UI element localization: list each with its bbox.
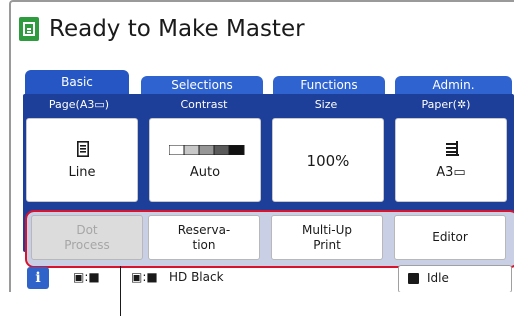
paper-button[interactable]: A3▭ [395,118,507,202]
editor-label: Editor [432,230,468,244]
tab-admin-label: Admin. [432,78,475,92]
page-header: Page(A3▭) [48,98,110,111]
reservation-label-line1: Reserva- [177,222,231,237]
tab-selections[interactable]: Selections [141,76,263,94]
multi-up-print-label-line1: Multi-Up [301,222,353,237]
dot-process-label-line1: Dot [76,222,98,237]
printer-icon [408,273,419,284]
page-type-value: Line [68,165,96,180]
tab-bar: Basic Selections Functions Admin. [25,70,512,94]
tab-selections-label: Selections [171,78,233,92]
machine-status-box: Idle [398,265,512,292]
master-status-indicator: ▣:■ [73,270,100,284]
title-bar: Ready to Make Master [19,12,305,46]
tab-basic-label: Basic [61,75,93,89]
tab-functions[interactable]: Functions [273,76,385,94]
ink-color-label: HD Black [169,270,224,284]
multi-up-print-button[interactable]: Multi-Up Print [271,215,383,260]
contrast-button[interactable]: Auto [149,118,261,202]
master-making-icon [19,17,39,41]
contrast-scale-icon [169,145,245,155]
callout-pointer-line [120,266,121,316]
contrast-value: Auto [189,165,221,180]
multi-up-print-label-line2: Print [313,237,341,252]
paper-header: Paper(✲) [421,98,471,111]
reservation-button[interactable]: Reserva-tion [148,215,260,260]
contrast-header: Contrast [180,98,228,111]
page-title: Ready to Make Master [49,16,305,42]
tab-functions-label: Functions [300,78,358,92]
dot-process-button[interactable]: Dot Process [31,215,143,260]
size-value: 100% [306,152,350,170]
tab-admin[interactable]: Admin. [395,76,512,94]
status-bar: i ▣:■ ▣:■ HD Black Idle [23,265,514,292]
document-icon [77,141,89,157]
info-button[interactable]: i [27,267,49,289]
size-button[interactable]: 100% [272,118,384,202]
reservation-label-line2: tion [192,237,216,252]
editor-button[interactable]: Editor [394,215,506,260]
size-header: Size [314,98,338,111]
dot-process-label-line2: Process [64,237,110,252]
page-type-button[interactable]: Line [26,118,138,202]
info-icon: i [35,270,41,286]
tab-basic[interactable]: Basic [25,70,129,94]
paper-stack-icon [446,141,459,156]
control-panel-screen: Ready to Make Master Basic Selections Fu… [9,0,514,292]
ink-cartridge-indicator: ▣:■ [131,270,158,284]
machine-status-text: Idle [427,271,449,285]
paper-value: A3▭ [436,165,466,180]
